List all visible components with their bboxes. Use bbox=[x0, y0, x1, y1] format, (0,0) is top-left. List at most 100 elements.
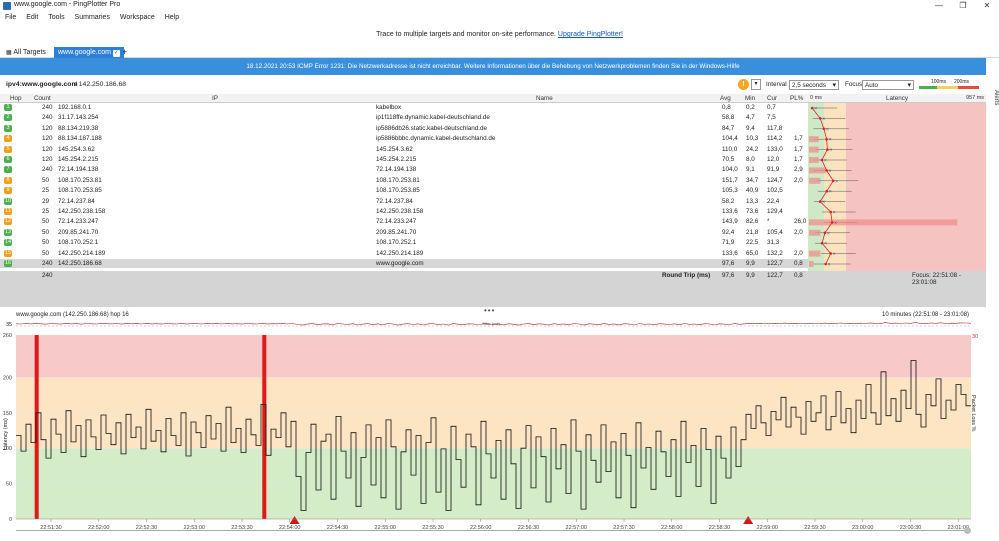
menu-edit[interactable]: Edit bbox=[26, 12, 38, 24]
hop-ip: 108.170.252.1 bbox=[58, 239, 99, 247]
hop-row[interactable]: 13 50 209.85.241.70 209.85.241.70 92,4 21,8 10… bbox=[0, 228, 808, 237]
col-count[interactable]: Count bbox=[34, 94, 51, 103]
time-graph-range: 10 minutes (22:51:08 - 23:01:08) bbox=[882, 312, 970, 318]
hop-ip: 108.170.253.81 bbox=[58, 176, 102, 184]
time-graph-title: www.google.com (142.250.186.68) hop 16 bbox=[16, 312, 129, 318]
hop-cur: 105,4 bbox=[767, 228, 783, 236]
y-tick: 150 bbox=[3, 411, 12, 417]
hop-name: 72.14.194.138 bbox=[376, 166, 417, 174]
hop-row[interactable]: 3 120 88.134.219.38 ip5886db26.static.kabel… bbox=[0, 124, 808, 133]
col-zero: 0 ms bbox=[810, 95, 822, 101]
upgrade-link[interactable]: Upgrade PingPlotter! bbox=[558, 31, 623, 38]
hop-name: 142.250.238.158 bbox=[376, 208, 424, 215]
col-latency[interactable]: Latency bbox=[886, 94, 908, 103]
menu-workspace[interactable]: Workspace bbox=[120, 12, 155, 24]
hop-pl: 2,0 bbox=[794, 249, 803, 257]
y-tick: 100 bbox=[3, 446, 12, 452]
hop-row[interactable]: 9 25 108.170.253.85 108.170.253.85 105,3 40,9… bbox=[0, 186, 808, 195]
hop-row[interactable]: 5 120 145.254.3.62 145.254.3.62 110,0 24,2 133… bbox=[0, 145, 808, 154]
menu-summaries[interactable]: Summaries bbox=[75, 12, 110, 24]
col-pl[interactable]: PL% bbox=[790, 94, 803, 103]
hop-row[interactable]: 11 25 142.250.238.158 142.250.238.158 133,6 7… bbox=[0, 207, 808, 216]
tab-all-targets[interactable]: ▦ All Targets bbox=[2, 47, 50, 58]
hop-min: 8,0 bbox=[746, 156, 755, 163]
col-hop[interactable]: Hop bbox=[10, 94, 22, 103]
time-graph-panel: www.google.com (142.250.186.68) hop 16 1… bbox=[0, 310, 986, 541]
hop-cur: 133,0 bbox=[767, 145, 783, 153]
time-scrollbar-track[interactable] bbox=[16, 530, 971, 531]
latency-time-chart[interactable]: 26020015010050022:51:30 22:52:00 22:52:30 2… bbox=[0, 330, 986, 541]
alert-dropdown-icon[interactable]: ▾ bbox=[751, 79, 761, 90]
zone-high-latency bbox=[16, 335, 971, 378]
hop-number: 4 bbox=[4, 135, 12, 143]
alerts-side-tab[interactable]: Alerts bbox=[987, 58, 999, 138]
focus-select[interactable]: Auto bbox=[862, 80, 914, 90]
hop-row[interactable]: 1 240 192.168.0.1 kabelbox 0,8 0,2 0,7 bbox=[0, 103, 808, 112]
latency-scale-bar bbox=[919, 86, 979, 89]
col-name[interactable]: Name bbox=[536, 94, 553, 103]
banner-text: Trace to multiple targets and monitor on… bbox=[376, 31, 556, 38]
hop-pl: 1,7 bbox=[794, 145, 803, 153]
hop-row[interactable]: 12 50 72.14.233.247 72.14.233.247 143,9 82,6 *… bbox=[0, 217, 808, 226]
hop-avg: 133,6 bbox=[722, 249, 738, 257]
avg-point bbox=[826, 148, 829, 151]
avg-point bbox=[820, 158, 824, 162]
col-min[interactable]: Min bbox=[745, 94, 755, 103]
packet-loss-bar bbox=[809, 177, 821, 184]
hop-count: 25 bbox=[42, 187, 50, 195]
time-scrollbar-thumb[interactable] bbox=[964, 527, 971, 534]
hop-row[interactable]: 10 29 72.14.237.84 72.14.237.84 58,2 13,3 22,4 bbox=[0, 197, 808, 206]
menu-help[interactable]: Help bbox=[165, 12, 179, 24]
col-cur[interactable]: Cur bbox=[767, 94, 777, 103]
hop-cur: 122,7 bbox=[767, 260, 783, 267]
hop-avg: 58,8 bbox=[722, 114, 735, 122]
hop-row[interactable]: 16 240 142.250.186.68 www.google.com 97,6 9,9… bbox=[0, 259, 808, 268]
hop-row[interactable]: 14 50 108.170.252.1 108.170.252.1 71,9 22,5 31… bbox=[0, 238, 808, 247]
hop-row[interactable]: 6 120 145.254.2.215 145.254.2.215 70,5 8,0 12,… bbox=[0, 155, 808, 164]
close-button[interactable]: ✕ bbox=[976, 0, 998, 12]
hop-cur: 132,2 bbox=[767, 249, 783, 257]
menu-tools[interactable]: Tools bbox=[48, 12, 64, 24]
hop-ip: 145.254.3.62 bbox=[58, 145, 95, 153]
avg-point bbox=[820, 241, 824, 245]
avg-point bbox=[829, 252, 833, 255]
col-ip[interactable]: IP bbox=[212, 94, 218, 103]
hop-pl: 2,9 bbox=[794, 166, 803, 174]
hop-avg: 110,0 bbox=[722, 145, 738, 153]
hop-min: 22,5 bbox=[746, 239, 759, 247]
packet-loss-bar bbox=[809, 261, 814, 267]
hop-name: 142.250.214.189 bbox=[376, 249, 424, 257]
cur-marker: × bbox=[829, 189, 832, 195]
hop-name: 108.170.253.81 bbox=[376, 176, 420, 184]
grid-empty-area: 240 Round Trip (ms) 97,6 9,9 122,7 0,8 F… bbox=[0, 271, 986, 307]
hop-ip: 145.254.2.215 bbox=[58, 156, 99, 163]
menu-file[interactable]: File bbox=[5, 12, 16, 24]
tab-google[interactable]: www.google.com ✓ bbox=[54, 47, 124, 58]
col-avg[interactable]: Avg bbox=[720, 94, 731, 103]
overview-line bbox=[16, 322, 971, 326]
hop-row[interactable]: 2 240 31.17.143.254 ip1f118ffe.dynamic.kabe… bbox=[0, 113, 808, 122]
minimize-button[interactable]: — bbox=[928, 0, 950, 12]
hop-row[interactable]: 8 50 108.170.253.81 108.170.253.81 151,7 34,7… bbox=[0, 176, 808, 185]
hop-min: 9,1 bbox=[746, 166, 755, 174]
hop-name: 72.14.237.84 bbox=[376, 197, 413, 205]
hop-number: 5 bbox=[4, 145, 12, 153]
overview-strip[interactable] bbox=[16, 319, 971, 329]
add-tab-button[interactable]: + bbox=[118, 47, 131, 58]
hop-avg: 84,7 bbox=[722, 124, 735, 132]
hop-min: 82,6 bbox=[746, 218, 759, 226]
error-notification: 18.12.2021 20:53 ICMP Error 1231: Die Ne… bbox=[0, 58, 986, 75]
hop-row[interactable]: 7 240 72.14.194.138 72.14.194.138 104,0 9,1 91… bbox=[0, 165, 808, 174]
hop-ip: 88.134.219.38 bbox=[58, 124, 99, 132]
hop-min: 4,7 bbox=[746, 114, 755, 122]
maximize-button[interactable]: ❐ bbox=[952, 0, 974, 12]
focus-label: Focus bbox=[845, 81, 863, 88]
pause-icon[interactable]: ! bbox=[738, 79, 749, 90]
hop-avg: 104,4 bbox=[722, 135, 738, 143]
summary-count: 240 bbox=[42, 272, 53, 279]
interval-select[interactable]: 2,5 seconds bbox=[789, 80, 839, 90]
hop-row[interactable]: 4 120 88.134.187.188 ip5886bbbc.dynamic.kab… bbox=[0, 134, 808, 143]
latency-mini-graph: ×××××××××××××××× bbox=[808, 103, 986, 271]
hop-name: 145.254.2.215 bbox=[376, 156, 417, 163]
hop-row[interactable]: 15 50 142.250.214.189 142.250.214.189 133,6 6… bbox=[0, 249, 808, 258]
